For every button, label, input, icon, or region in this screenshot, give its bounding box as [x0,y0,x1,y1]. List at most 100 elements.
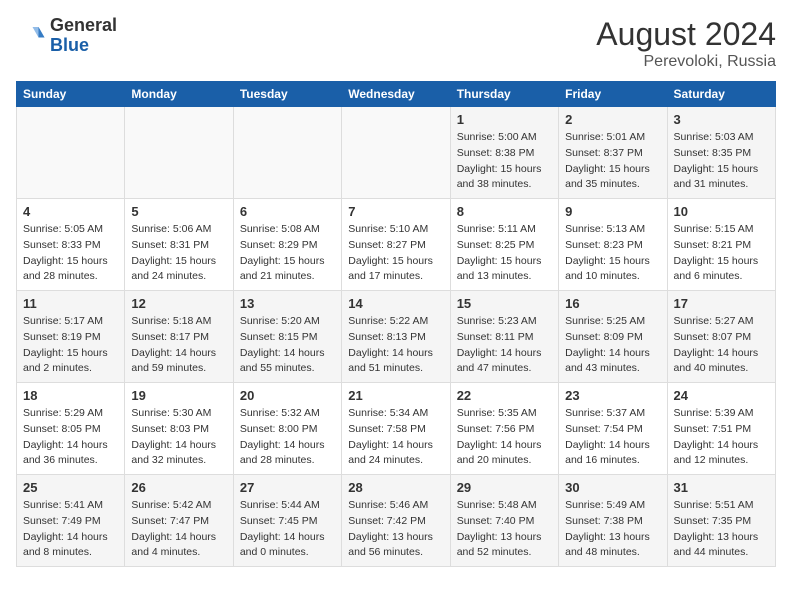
day-number: 23 [565,388,660,403]
day-cell: 1 Sunrise: 5:00 AM Sunset: 8:38 PM Daylig… [450,107,558,199]
day-info: Sunrise: 5:44 AM Sunset: 7:45 PM Dayligh… [240,498,335,561]
day-info: Sunrise: 5:15 AM Sunset: 8:21 PM Dayligh… [674,222,769,285]
week-row-4: 18Sunrise: 5:29 AM Sunset: 8:05 PM Dayli… [17,383,776,475]
title-block: August 2024 Perevoloki, Russia [596,16,776,71]
day-cell: 14 Sunrise: 5:22 AM Sunset: 8:13 PM Dayli… [342,291,450,383]
day-cell [342,107,450,199]
day-cell [125,107,233,199]
day-cell: 28 Sunrise: 5:46 AM Sunset: 7:42 PM Dayli… [342,475,450,567]
header-row: SundayMondayTuesdayWednesdayThursdayFrid… [17,82,776,107]
day-cell: 22 Sunrise: 5:35 AM Sunset: 7:56 PM Dayli… [450,383,558,475]
day-cell: 19 Sunrise: 5:30 AM Sunset: 8:03 PM Dayli… [125,383,233,475]
day-cell: 31 Sunrise: 5:51 AM Sunset: 7:35 PM Dayli… [667,475,775,567]
day-number: 5 [131,204,226,219]
day-number: 26 [131,480,226,495]
day-number: 3 [674,112,769,127]
day-info: Sunrise: 5:20 AM Sunset: 8:15 PM Dayligh… [240,314,335,377]
day-number: 22 [457,388,552,403]
day-cell: 27Sunrise: 5:44 AM Sunset: 7:45 PM Dayli… [233,475,341,567]
day-number: 19 [131,388,226,403]
day-info: Sunrise: 5:10 AM Sunset: 8:27 PM Dayligh… [348,222,443,285]
day-cell: 17 Sunrise: 5:27 AM Sunset: 8:07 PM Dayli… [667,291,775,383]
day-cell: 3 Sunrise: 5:03 AM Sunset: 8:35 PM Daylig… [667,107,775,199]
day-info: Sunrise: 5:34 AM Sunset: 7:58 PM Dayligh… [348,406,443,469]
day-number: 13 [240,296,335,311]
header-friday: Friday [559,82,667,107]
day-number: 31 [674,480,769,495]
day-cell: 29Sunrise: 5:48 AM Sunset: 7:40 PM Dayli… [450,475,558,567]
day-info: Sunrise: 5:41 AM Sunset: 7:49 PM Dayligh… [23,498,118,561]
day-cell: 26Sunrise: 5:42 AM Sunset: 7:47 PM Dayli… [125,475,233,567]
day-number: 6 [240,204,335,219]
day-number: 17 [674,296,769,311]
day-info: Sunrise: 5:08 AM Sunset: 8:29 PM Dayligh… [240,222,335,285]
day-cell: 18Sunrise: 5:29 AM Sunset: 8:05 PM Dayli… [17,383,125,475]
day-number: 11 [23,296,118,311]
day-info: Sunrise: 5:11 AM Sunset: 8:25 PM Dayligh… [457,222,552,285]
header-tuesday: Tuesday [233,82,341,107]
logo-icon [16,21,46,51]
day-info: Sunrise: 5:49 AM Sunset: 7:38 PM Dayligh… [565,498,660,561]
day-info: Sunrise: 5:30 AM Sunset: 8:03 PM Dayligh… [131,406,226,469]
day-number: 16 [565,296,660,311]
day-info: Sunrise: 5:13 AM Sunset: 8:23 PM Dayligh… [565,222,660,285]
page-header: General Blue August 2024 Perevoloki, Rus… [16,16,776,71]
day-number: 14 [348,296,443,311]
day-cell: 10Sunrise: 5:15 AM Sunset: 8:21 PM Dayli… [667,199,775,291]
day-cell: 25 Sunrise: 5:41 AM Sunset: 7:49 PM Dayli… [17,475,125,567]
day-number: 28 [348,480,443,495]
day-number: 7 [348,204,443,219]
day-info: Sunrise: 5:00 AM Sunset: 8:38 PM Dayligh… [457,130,552,193]
month-year: August 2024 [596,16,776,53]
day-number: 2 [565,112,660,127]
day-info: Sunrise: 5:22 AM Sunset: 8:13 PM Dayligh… [348,314,443,377]
day-number: 1 [457,112,552,127]
day-number: 15 [457,296,552,311]
day-info: Sunrise: 5:51 AM Sunset: 7:35 PM Dayligh… [674,498,769,561]
header-thursday: Thursday [450,82,558,107]
day-info: Sunrise: 5:48 AM Sunset: 7:40 PM Dayligh… [457,498,552,561]
day-number: 24 [674,388,769,403]
day-info: Sunrise: 5:01 AM Sunset: 8:37 PM Dayligh… [565,130,660,193]
day-info: Sunrise: 5:25 AM Sunset: 8:09 PM Dayligh… [565,314,660,377]
day-info: Sunrise: 5:03 AM Sunset: 8:35 PM Dayligh… [674,130,769,193]
logo-text: General Blue [50,16,117,56]
day-number: 20 [240,388,335,403]
day-info: Sunrise: 5:35 AM Sunset: 7:56 PM Dayligh… [457,406,552,469]
day-cell: 6 Sunrise: 5:08 AM Sunset: 8:29 PM Daylig… [233,199,341,291]
day-cell: 8 Sunrise: 5:11 AM Sunset: 8:25 PM Daylig… [450,199,558,291]
day-cell: 21 Sunrise: 5:34 AM Sunset: 7:58 PM Dayli… [342,383,450,475]
day-number: 4 [23,204,118,219]
header-sunday: Sunday [17,82,125,107]
day-number: 30 [565,480,660,495]
day-number: 21 [348,388,443,403]
day-info: Sunrise: 5:37 AM Sunset: 7:54 PM Dayligh… [565,406,660,469]
day-cell: 4 Sunrise: 5:05 AM Sunset: 8:33 PM Daylig… [17,199,125,291]
day-info: Sunrise: 5:18 AM Sunset: 8:17 PM Dayligh… [131,314,226,377]
day-cell: 15 Sunrise: 5:23 AM Sunset: 8:11 PM Dayli… [450,291,558,383]
day-cell: 16 Sunrise: 5:25 AM Sunset: 8:09 PM Dayli… [559,291,667,383]
calendar-table: SundayMondayTuesdayWednesdayThursdayFrid… [16,81,776,567]
day-info: Sunrise: 5:27 AM Sunset: 8:07 PM Dayligh… [674,314,769,377]
header-wednesday: Wednesday [342,82,450,107]
day-cell: 24Sunrise: 5:39 AM Sunset: 7:51 PM Dayli… [667,383,775,475]
day-cell: 2 Sunrise: 5:01 AM Sunset: 8:37 PM Daylig… [559,107,667,199]
week-row-5: 25 Sunrise: 5:41 AM Sunset: 7:49 PM Dayli… [17,475,776,567]
day-cell [17,107,125,199]
day-number: 18 [23,388,118,403]
day-cell: 20 Sunrise: 5:32 AM Sunset: 8:00 PM Dayli… [233,383,341,475]
day-info: Sunrise: 5:46 AM Sunset: 7:42 PM Dayligh… [348,498,443,561]
day-info: Sunrise: 5:05 AM Sunset: 8:33 PM Dayligh… [23,222,118,285]
day-cell: 7 Sunrise: 5:10 AM Sunset: 8:27 PM Daylig… [342,199,450,291]
header-monday: Monday [125,82,233,107]
day-info: Sunrise: 5:23 AM Sunset: 8:11 PM Dayligh… [457,314,552,377]
day-cell: 5 Sunrise: 5:06 AM Sunset: 8:31 PM Daylig… [125,199,233,291]
day-info: Sunrise: 5:06 AM Sunset: 8:31 PM Dayligh… [131,222,226,285]
day-number: 8 [457,204,552,219]
day-cell: 12Sunrise: 5:18 AM Sunset: 8:17 PM Dayli… [125,291,233,383]
day-info: Sunrise: 5:32 AM Sunset: 8:00 PM Dayligh… [240,406,335,469]
day-cell: 23 Sunrise: 5:37 AM Sunset: 7:54 PM Dayli… [559,383,667,475]
location: Perevoloki, Russia [596,53,776,71]
week-row-2: 4 Sunrise: 5:05 AM Sunset: 8:33 PM Daylig… [17,199,776,291]
day-number: 25 [23,480,118,495]
